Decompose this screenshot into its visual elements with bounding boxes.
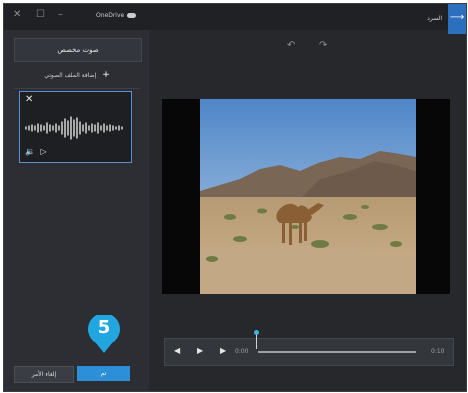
step-callout: 5 <box>86 315 122 353</box>
app-window: ✕ ☐ – OneDrive السرد ⟶ صوت مخصص إضافة ال… <box>3 3 467 392</box>
forward-icon[interactable]: ▶ <box>220 346 226 355</box>
cancel-button[interactable]: إلغاء الأمر <box>14 366 74 383</box>
step-number: 5 <box>97 317 111 338</box>
minimize-window-icon[interactable]: – <box>58 10 63 20</box>
done-button[interactable]: تم <box>77 366 130 381</box>
seek-track[interactable] <box>258 351 416 353</box>
close-window-icon[interactable]: ✕ <box>13 10 21 20</box>
clip-controls: 🔉 ▷ <box>25 147 47 156</box>
custom-audio-panel: صوت مخصص إضافة الملف الصوتي + ✕ 🔉 ▷ 5 إل… <box>4 30 149 391</box>
current-time: 0:00 <box>235 348 249 355</box>
camel-desert-image <box>200 99 416 294</box>
waveform-icon <box>25 116 123 140</box>
back-button[interactable]: ⟶ <box>448 4 466 34</box>
audio-clip-card[interactable]: ✕ 🔉 ▷ <box>19 91 132 163</box>
app-title: OneDrive <box>96 12 125 19</box>
undo-icon[interactable]: ↶ <box>287 40 295 51</box>
panel-title: صوت مخصص <box>14 38 142 62</box>
volume-icon[interactable]: 🔉 <box>25 147 35 156</box>
narration-label: السرد <box>427 15 442 22</box>
add-audio-file-label: إضافة الملف الصوتي <box>44 72 97 79</box>
title-bar: ✕ ☐ – OneDrive السرد <box>4 4 466 30</box>
playback-bar: ◀ ▶ ▶ 0:00 0:10 <box>164 330 454 366</box>
maximize-window-icon[interactable]: ☐ <box>36 10 45 20</box>
video-preview <box>162 99 450 294</box>
play-clip-icon[interactable]: ▷ <box>41 147 47 156</box>
total-time: 0:10 <box>431 348 445 355</box>
divider <box>14 88 140 89</box>
playhead-handle[interactable] <box>254 330 259 335</box>
redo-icon[interactable]: ↷ <box>319 40 327 51</box>
add-audio-file-button[interactable]: إضافة الملف الصوتي + <box>14 68 140 82</box>
plus-icon: + <box>102 70 110 80</box>
remove-audio-icon[interactable]: ✕ <box>25 94 33 105</box>
cloud-icon <box>127 13 136 18</box>
rewind-icon[interactable]: ◀ <box>174 346 180 355</box>
play-button[interactable]: ▶ <box>197 346 203 355</box>
